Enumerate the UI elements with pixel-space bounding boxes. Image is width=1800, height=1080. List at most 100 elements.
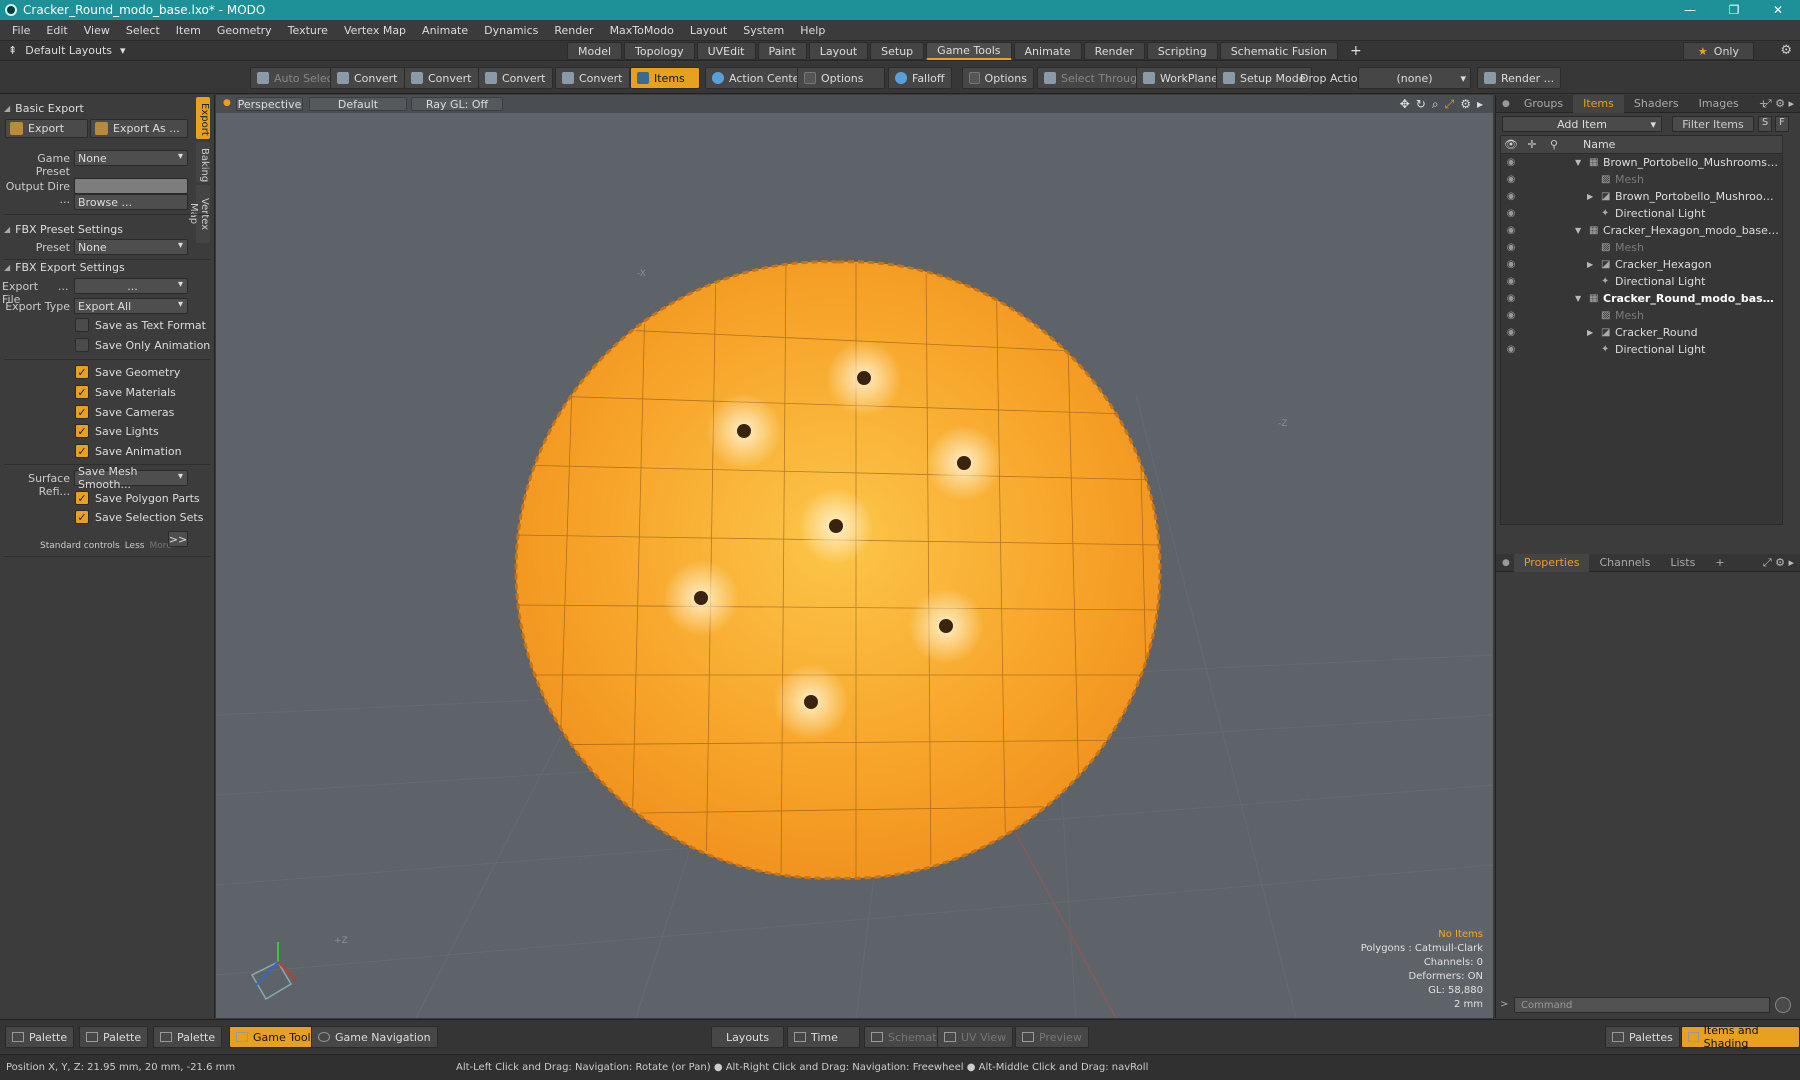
menu-file[interactable]: File	[4, 24, 38, 37]
list-item[interactable]: ◉ ▼ ▦ Cracker_Round_modo_base.lx...	[1501, 290, 1782, 307]
tab-shaders[interactable]: Shaders	[1624, 95, 1689, 113]
f-button[interactable]: F	[1775, 116, 1789, 132]
menu-vertex-map[interactable]: Vertex Map	[336, 24, 414, 37]
browse-button[interactable]: Browse ...	[74, 194, 188, 210]
panel-options-icons[interactable]: ⤢ ⚙ ▸	[1763, 97, 1794, 111]
tab-model[interactable]: Model	[567, 42, 623, 60]
convert-polygons-button[interactable]: Convert	[478, 67, 553, 89]
checkmark-icon[interactable]: ✓	[75, 365, 89, 379]
list-item[interactable]: ◉ ▨ Mesh	[1501, 171, 1782, 188]
eye-icon[interactable]: ◉	[1504, 293, 1518, 304]
game-navigation-button[interactable]: Game Navigation	[311, 1026, 438, 1048]
checkmark-icon[interactable]: ✓	[75, 491, 89, 505]
tab-setup[interactable]: Setup	[870, 42, 925, 60]
raygl-dropdown[interactable]: Ray GL: Off	[411, 97, 503, 111]
options-button[interactable]: Options	[797, 67, 885, 89]
command-input[interactable]: Command	[1514, 997, 1770, 1013]
pan-icon[interactable]: ✥	[1400, 97, 1410, 112]
menu-item[interactable]: Item	[168, 24, 209, 37]
triangle-down-icon[interactable]: ▼	[1575, 226, 1581, 235]
tab-groups[interactable]: Groups	[1514, 95, 1573, 113]
checkmark-icon[interactable]: ✓	[75, 510, 89, 524]
name-column-header[interactable]: Name	[1583, 138, 1615, 151]
eye-icon[interactable]: ◉	[1504, 259, 1518, 270]
tab-render[interactable]: Render	[1083, 42, 1145, 60]
save-text-format-checkbox[interactable]: Save as Text Format	[75, 317, 206, 333]
viewport-gear-icon[interactable]: ⚙	[1460, 97, 1471, 112]
shading-dropdown[interactable]: Default	[309, 97, 407, 111]
expand-button[interactable]: >>	[168, 531, 188, 547]
list-item[interactable]: ◉ ▨ Mesh	[1501, 239, 1782, 256]
eye-icon[interactable]: ◉	[1504, 157, 1518, 168]
tab-layout[interactable]: Layout	[808, 42, 869, 60]
viewport-menu-icon[interactable]: ▸	[1477, 97, 1483, 112]
tab-channels[interactable]: Channels	[1589, 554, 1660, 572]
panel-options-icons[interactable]: ⤢ ⚙ ▸	[1763, 556, 1794, 570]
tab-topology[interactable]: Topology	[624, 42, 695, 60]
only-button[interactable]: ★ Only	[1682, 42, 1754, 60]
save-cameras-checkbox[interactable]: ✓ Save Cameras	[75, 404, 174, 420]
drop-action-dropdown[interactable]: (none) ▾	[1358, 67, 1471, 89]
tab-schematic-fusion[interactable]: Schematic Fusion	[1219, 42, 1339, 60]
convert-vertices-button[interactable]: Convert	[330, 67, 405, 89]
menu-maxtomodo[interactable]: MaxToModo	[602, 24, 682, 37]
eye-icon[interactable]: ◉	[1504, 174, 1518, 185]
triangle-down-icon[interactable]: ▼	[1575, 294, 1581, 303]
basic-export-header[interactable]: ◢ Basic Export	[4, 100, 192, 116]
menu-help[interactable]: Help	[792, 24, 833, 37]
save-selection-sets-checkbox[interactable]: ✓ Save Selection Sets	[75, 509, 203, 525]
less-link[interactable]: Less	[125, 541, 145, 551]
list-item[interactable]: ◉ ✦ Directional Light	[1501, 205, 1782, 222]
render-button[interactable]: Render ...	[1477, 67, 1562, 89]
falloff-options-button[interactable]: Options	[962, 67, 1034, 89]
eye-icon[interactable]: ◉	[1504, 225, 1518, 236]
tab-images[interactable]: Images	[1689, 95, 1749, 113]
eye-icon[interactable]: ◉	[1504, 344, 1518, 355]
save-geometry-checkbox[interactable]: ✓ Save Geometry	[75, 364, 180, 380]
convert-items-button[interactable]: Convert	[555, 67, 630, 89]
eye-icon[interactable]: ◉	[1504, 242, 1518, 253]
game-preset-dropdown[interactable]: None	[74, 150, 188, 166]
eye-icon[interactable]: ◉	[1504, 208, 1518, 219]
eye-icon[interactable]: ◉	[1504, 276, 1518, 287]
export-as-button[interactable]: Export As ...	[90, 119, 188, 138]
checkbox-icon[interactable]	[75, 338, 89, 352]
workplane-button[interactable]: WorkPlane	[1136, 67, 1226, 89]
checkmark-icon[interactable]: ✓	[75, 385, 89, 399]
list-item[interactable]: ◉ ▼ ▦ Cracker_Hexagon_modo_base.lxo*	[1501, 222, 1782, 239]
list-item[interactable]: ◉ ▶ ◪ Brown_Portobello_Mushrooms_in ...	[1501, 188, 1782, 205]
save-materials-checkbox[interactable]: ✓ Save Materials	[75, 384, 176, 400]
list-item[interactable]: ◉ ▶ ◪ Cracker_Hexagon	[1501, 256, 1782, 273]
list-item[interactable]: ◉ ▨ Mesh	[1501, 307, 1782, 324]
3d-viewport[interactable]: -X -Z +Z ● Perspective Default Ray GL: O…	[216, 95, 1493, 1018]
list-item[interactable]: ◉ ▼ ▦ Brown_Portobello_Mushrooms_in_B ...	[1501, 154, 1782, 171]
s-button[interactable]: S	[1758, 116, 1772, 132]
zoom-icon[interactable]: ⌕	[1432, 97, 1439, 112]
tab-animate[interactable]: Animate	[1013, 42, 1082, 60]
export-type-dropdown[interactable]: Export All	[74, 298, 188, 314]
items-mode-button[interactable]: Items	[630, 67, 700, 89]
menu-geometry[interactable]: Geometry	[209, 24, 280, 37]
palette-button-3[interactable]: Palette	[153, 1026, 223, 1048]
tab-export[interactable]: Export	[196, 97, 210, 139]
menu-animate[interactable]: Animate	[414, 24, 476, 37]
select-through-button[interactable]: Select Through	[1037, 67, 1152, 89]
add-tab-button[interactable]: +	[1340, 42, 1372, 60]
triangle-right-icon[interactable]: ▶	[1587, 260, 1593, 269]
export-button[interactable]: Export	[5, 119, 88, 138]
save-only-animation-checkbox[interactable]: Save Only Animation	[75, 337, 210, 353]
gear-icon[interactable]: ⚙	[1780, 43, 1792, 58]
triangle-down-icon[interactable]: ▼	[1575, 158, 1581, 167]
close-button[interactable]: ✕	[1756, 3, 1800, 17]
tab-game-tools[interactable]: Game Tools	[926, 42, 1012, 60]
menu-edit[interactable]: Edit	[38, 24, 75, 37]
save-polygon-parts-checkbox[interactable]: ✓ Save Polygon Parts	[75, 490, 200, 506]
render-column-icon[interactable]: ⚲	[1543, 138, 1565, 151]
tab-scripting[interactable]: Scripting	[1146, 42, 1218, 60]
visibility-column-icon[interactable]: 👁	[1501, 138, 1521, 151]
menu-dynamics[interactable]: Dynamics	[476, 24, 546, 37]
triangle-right-icon[interactable]: ▶	[1587, 328, 1593, 337]
action-center-button[interactable]: Action Center	[705, 67, 811, 89]
palette-button-1[interactable]: Palette	[5, 1026, 75, 1048]
filter-items-field[interactable]: Filter Items	[1672, 116, 1754, 132]
